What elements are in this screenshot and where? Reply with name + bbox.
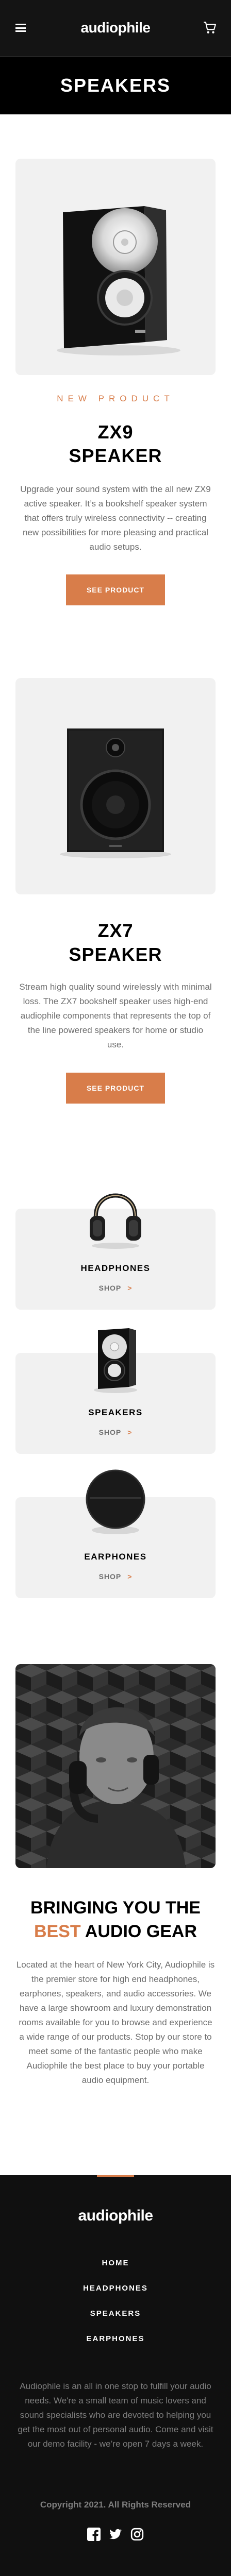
product-image-zx9 bbox=[15, 159, 216, 375]
site-header: audiophile bbox=[0, 0, 231, 57]
social-links bbox=[0, 2528, 231, 2541]
footer-description: Audiophile is an all in one stop to fulf… bbox=[18, 2381, 213, 2449]
earphones-image bbox=[86, 1469, 145, 1534]
copyright: Copyright 2021. All Rights Reserved bbox=[40, 2500, 191, 2510]
chevron-right-icon: > bbox=[127, 1284, 133, 1292]
category-name: HEADPHONES bbox=[80, 1263, 151, 1273]
about-title-accent: BEST bbox=[34, 1922, 81, 1941]
footer-accent-bar bbox=[97, 2175, 134, 2177]
category-hero: SPEAKERS bbox=[0, 57, 231, 114]
man-with-headphones-image bbox=[15, 1664, 216, 1868]
about-text: Located at the heart of New York City, A… bbox=[16, 1960, 215, 2085]
page-title: SPEAKERS bbox=[60, 75, 171, 96]
category-name: SPEAKERS bbox=[88, 1408, 143, 1417]
about-title: BRINGING YOU THE BEST AUDIO GEAR bbox=[30, 1898, 201, 1941]
facebook-icon[interactable] bbox=[87, 2528, 101, 2541]
footer-link-earphones[interactable]: EARPHONES bbox=[0, 2334, 231, 2360]
category-card-earphones[interactable]: EARPHONES SHOP > bbox=[15, 1469, 216, 1598]
instagram-icon[interactable] bbox=[130, 2528, 144, 2541]
footer-link-home[interactable]: HOME bbox=[0, 2259, 231, 2284]
shop-link[interactable]: SHOP > bbox=[15, 1428, 216, 1436]
zx9-speaker-image bbox=[57, 206, 180, 355]
product-overline: NEW PRODUCT bbox=[57, 394, 174, 403]
zx7-speaker-image bbox=[60, 728, 171, 858]
chevron-right-icon: > bbox=[127, 1572, 133, 1581]
speakers-image bbox=[94, 1328, 137, 1393]
category-card-speakers[interactable]: SPEAKERS SHOP > bbox=[15, 1328, 216, 1454]
shopping-cart-icon[interactable] bbox=[203, 22, 217, 34]
footer-link-headphones[interactable]: HEADPHONES bbox=[0, 2284, 231, 2309]
footer-nav: HOME HEADPHONES SPEAKERS EARPHONES bbox=[0, 2259, 231, 2360]
see-product-button-zx9[interactable]: SEE PRODUCT bbox=[66, 574, 165, 605]
shop-link[interactable]: SHOP > bbox=[15, 1284, 216, 1292]
product-description-zx9: Upgrade your sound system with the all n… bbox=[20, 484, 211, 552]
category-name: EARPHONES bbox=[84, 1552, 147, 1562]
shop-link[interactable]: SHOP > bbox=[15, 1572, 216, 1581]
headphones-image bbox=[90, 1193, 141, 1249]
see-product-button-zx7[interactable]: SEE PRODUCT bbox=[66, 1073, 165, 1104]
product-description-zx7: Stream high quality sound wirelessly wit… bbox=[19, 982, 212, 1049]
product-title-zx7: ZX7 SPEAKER bbox=[69, 920, 162, 965]
about-photo bbox=[15, 1664, 216, 1868]
footer-link-speakers[interactable]: SPEAKERS bbox=[0, 2309, 231, 2334]
product-title-zx9: ZX9 SPEAKER bbox=[69, 421, 162, 466]
product-image-zx7 bbox=[15, 678, 216, 894]
site-footer: audiophile HOME HEADPHONES SPEAKERS EARP… bbox=[0, 2175, 231, 2576]
footer-logo[interactable]: audiophile bbox=[0, 2207, 231, 2225]
twitter-icon[interactable] bbox=[109, 2528, 122, 2541]
category-card-headphones[interactable]: HEADPHONES SHOP > bbox=[15, 1193, 216, 1310]
logo[interactable]: audiophile bbox=[0, 20, 231, 36]
chevron-right-icon: > bbox=[127, 1428, 133, 1436]
